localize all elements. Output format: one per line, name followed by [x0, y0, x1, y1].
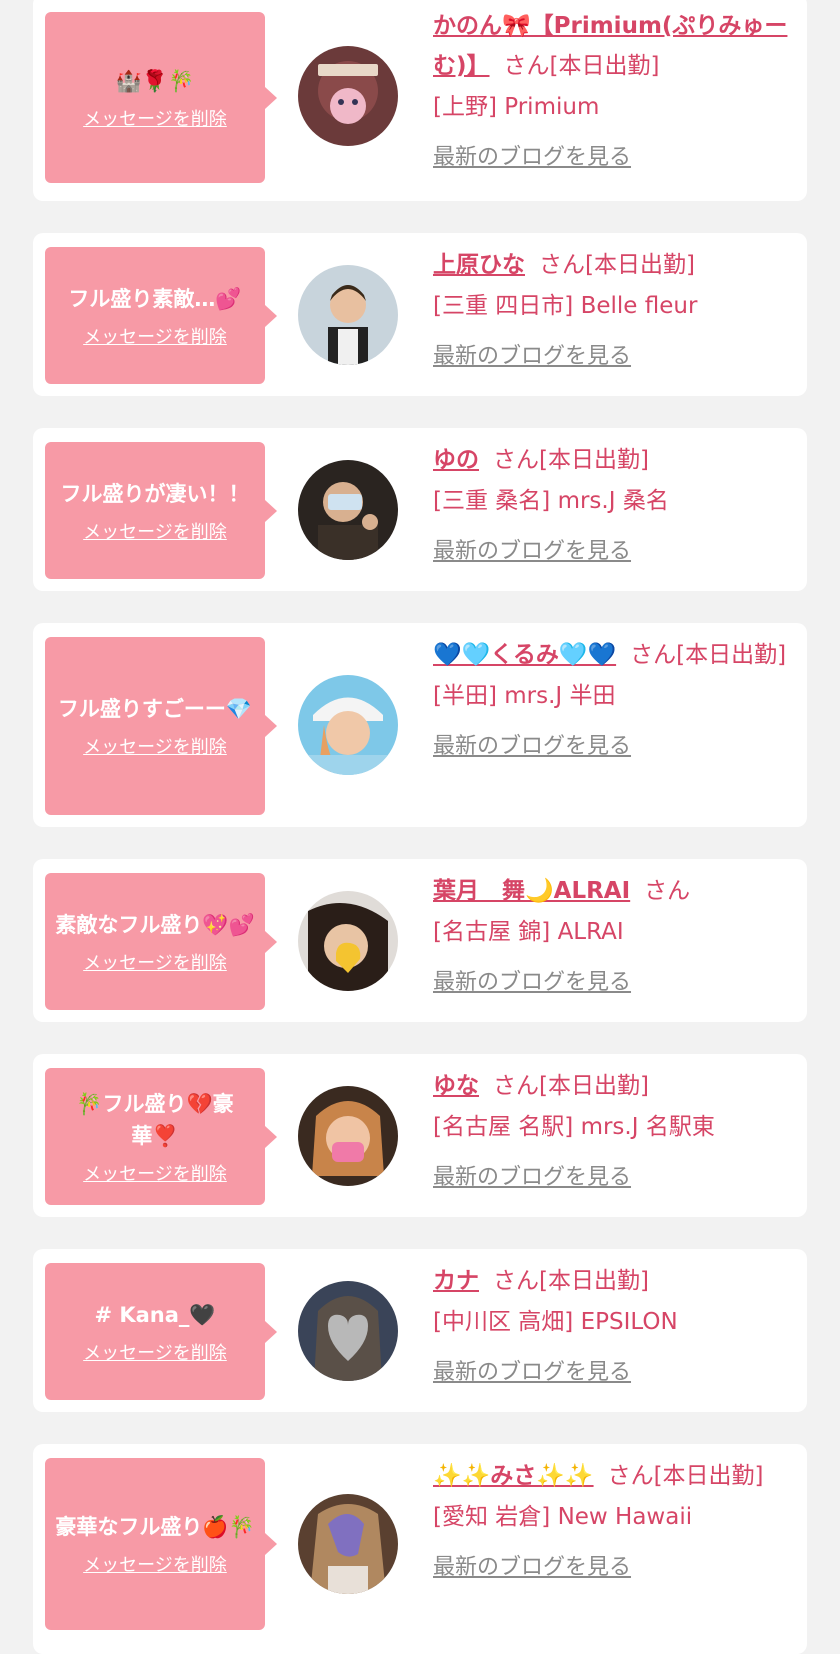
- message-bubble: 🎋フル盛り💔豪華❣️ メッセージを削除: [45, 1068, 277, 1205]
- shop-label: [名古屋 錦] ALRAI: [433, 919, 624, 945]
- list-item: 豪華なフル盛り🍎🎋 メッセージを削除 ✨✨みさ✨✨ さん[本日出勤] [愛知 岩倉…: [33, 1444, 807, 1654]
- message-text: 🏰🌹🎋: [115, 68, 195, 93]
- shop-label: [三重 桑名] mrs.J 桑名: [433, 488, 669, 514]
- shop-label: [半田] mrs.J 半田: [433, 683, 616, 709]
- shop-label: [名古屋 名駅] mrs.J 名駅東: [433, 1114, 715, 1140]
- name-line: ✨✨みさ✨✨ さん[本日出勤]: [433, 1456, 798, 1496]
- latest-blog-link[interactable]: 最新のブログを見る: [433, 138, 631, 178]
- cast-info: ゆの さん[本日出勤] [三重 桑名] mrs.J 桑名 最新のブログを見る: [433, 440, 798, 572]
- latest-blog-link[interactable]: 最新のブログを見る: [433, 1353, 631, 1393]
- avatar[interactable]: [298, 46, 398, 146]
- message-bubble: フル盛りが凄い！！ メッセージを削除: [45, 442, 277, 579]
- cast-info: 葉月 舞🌙ALRAI さん [名古屋 錦] ALRAI 最新のブログを見る: [433, 871, 798, 1003]
- delete-message-link[interactable]: メッセージを削除: [83, 1160, 227, 1186]
- name-line: カナ さん[本日出勤]: [433, 1261, 798, 1301]
- cast-status: さん[本日出勤]: [630, 642, 787, 668]
- delete-message-link[interactable]: メッセージを削除: [83, 323, 227, 349]
- name-line: 💙🩵くるみ🩵💙 さん[本日出勤]: [433, 635, 798, 675]
- cast-info: 上原ひな さん[本日出勤] [三重 四日市] Belle fleur 最新のブログ…: [433, 245, 798, 377]
- avatar[interactable]: [298, 265, 398, 365]
- message-text: フル盛り素敵…💕: [68, 286, 242, 311]
- latest-blog-link[interactable]: 最新のブログを見る: [433, 337, 631, 377]
- avatar[interactable]: [298, 460, 398, 560]
- cast-name-link[interactable]: 💙🩵くるみ🩵💙: [433, 642, 616, 668]
- avatar[interactable]: [298, 1086, 398, 1186]
- cast-name-link[interactable]: ゆの: [433, 447, 479, 473]
- cast-status: さん[本日出勤]: [493, 1268, 649, 1294]
- shop-label: [愛知 岩倉] New Hawaii: [433, 1504, 693, 1530]
- cast-name-link[interactable]: ✨✨みさ✨✨: [433, 1463, 594, 1489]
- message-text: フル盛りが凄い！！: [60, 481, 250, 506]
- message-bubble: # Kana_🖤 メッセージを削除: [45, 1263, 277, 1400]
- message-text: 🎋フル盛り💔豪華❣️: [76, 1091, 234, 1148]
- cast-status: さん: [644, 878, 691, 904]
- list-item: 素敵なフル盛り💖💕 メッセージを削除 葉月 舞🌙ALRAI さん [名古屋 錦] …: [33, 859, 807, 1022]
- cast-name-link[interactable]: 葉月 舞🌙ALRAI: [433, 878, 630, 904]
- name-line: 上原ひな さん[本日出勤]: [433, 245, 798, 285]
- message-text: フル盛りすごーー💎: [57, 697, 253, 721]
- cast-name-link[interactable]: ゆな: [433, 1073, 479, 1099]
- latest-blog-link[interactable]: 最新のブログを見る: [433, 963, 631, 1003]
- message-bubble: 豪華なフル盛り🍎🎋 メッセージを削除: [45, 1458, 277, 1630]
- cast-info: カナ さん[本日出勤] [中川区 高畑] EPSILON 最新のブログを見る: [433, 1261, 798, 1393]
- delete-message-link[interactable]: メッセージを削除: [83, 733, 227, 759]
- cast-status: さん[本日出勤]: [493, 447, 649, 473]
- name-line: かのん🎀【Primium(ぷりみゅーむ)】 さん[本日出勤]: [433, 6, 798, 86]
- cast-name-link[interactable]: カナ: [433, 1268, 479, 1294]
- list-item: フル盛りすごーー💎 メッセージを削除 💙🩵くるみ🩵💙 さん[本日出勤] [半田] …: [33, 623, 807, 827]
- cast-name-link[interactable]: 上原ひな: [433, 252, 525, 278]
- delete-message-link[interactable]: メッセージを削除: [83, 949, 227, 975]
- latest-blog-link[interactable]: 最新のブログを見る: [433, 1548, 631, 1588]
- message-bubble: フル盛り素敵…💕 メッセージを削除: [45, 247, 277, 384]
- message-text: 豪華なフル盛り🍎🎋: [55, 1515, 255, 1539]
- shop-label: [三重 四日市] Belle fleur: [433, 293, 698, 319]
- latest-blog-link[interactable]: 最新のブログを見る: [433, 727, 631, 767]
- list-item: 🏰🌹🎋 メッセージを削除 かのん🎀【Primium(ぷりみゅーむ)】 さん[本日出…: [33, 0, 807, 201]
- avatar[interactable]: [298, 891, 398, 991]
- cast-info: ゆな さん[本日出勤] [名古屋 名駅] mrs.J 名駅東 最新のブログを見る: [433, 1066, 798, 1198]
- avatar[interactable]: [298, 675, 398, 775]
- cast-info: ✨✨みさ✨✨ さん[本日出勤] [愛知 岩倉] New Hawaii 最新のブログ…: [433, 1456, 798, 1588]
- avatar[interactable]: [298, 1281, 398, 1381]
- delete-message-link[interactable]: メッセージを削除: [83, 1551, 227, 1577]
- name-line: ゆの さん[本日出勤]: [433, 440, 798, 480]
- name-line: ゆな さん[本日出勤]: [433, 1066, 798, 1106]
- name-line: 葉月 舞🌙ALRAI さん: [433, 871, 798, 911]
- latest-blog-link[interactable]: 最新のブログを見る: [433, 1158, 631, 1198]
- delete-message-link[interactable]: メッセージを削除: [83, 518, 227, 544]
- message-bubble: フル盛りすごーー💎 メッセージを削除: [45, 637, 277, 815]
- shop-label: [上野] Primium: [433, 94, 600, 120]
- message-text: # Kana_🖤: [94, 1302, 216, 1327]
- list-item: フル盛り素敵…💕 メッセージを削除 上原ひな さん[本日出勤] [三重 四日市] …: [33, 233, 807, 396]
- cast-status: さん[本日出勤]: [607, 1463, 764, 1489]
- list-item: # Kana_🖤 メッセージを削除 カナ さん[本日出勤] [中川区 高畑] EP…: [33, 1249, 807, 1412]
- list-item: 🎋フル盛り💔豪華❣️ メッセージを削除 ゆな さん[本日出勤] [名古屋 名駅] …: [33, 1054, 807, 1217]
- avatar[interactable]: [298, 1494, 398, 1594]
- shop-label: [中川区 高畑] EPSILON: [433, 1309, 678, 1335]
- message-text: 素敵なフル盛り💖💕: [55, 912, 255, 937]
- latest-blog-link[interactable]: 最新のブログを見る: [433, 532, 631, 572]
- cast-info: かのん🎀【Primium(ぷりみゅーむ)】 さん[本日出勤] [上野] Primi…: [433, 6, 798, 178]
- message-bubble: 🏰🌹🎋 メッセージを削除: [45, 12, 277, 183]
- cast-status: さん[本日出勤]: [539, 252, 695, 278]
- list-item: フル盛りが凄い！！ メッセージを削除 ゆの さん[本日出勤] [三重 桑名] mr…: [33, 428, 807, 591]
- delete-message-link[interactable]: メッセージを削除: [83, 1339, 227, 1365]
- cast-status: さん[本日出勤]: [503, 53, 660, 79]
- message-bubble: 素敵なフル盛り💖💕 メッセージを削除: [45, 873, 277, 1010]
- delete-message-link[interactable]: メッセージを削除: [83, 105, 227, 131]
- cast-status: さん[本日出勤]: [493, 1073, 649, 1099]
- cast-info: 💙🩵くるみ🩵💙 さん[本日出勤] [半田] mrs.J 半田 最新のブログを見る: [433, 635, 798, 767]
